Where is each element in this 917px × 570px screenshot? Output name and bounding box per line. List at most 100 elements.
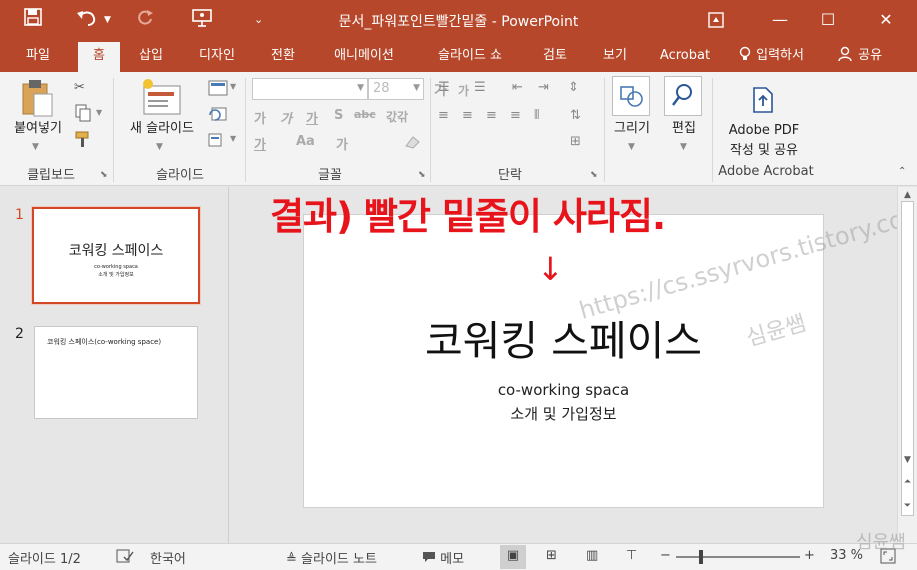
smartart-icon[interactable]: ⊞ [570, 134, 581, 149]
font-size-dropdown-icon[interactable]: ▼ [413, 83, 420, 93]
slide-thumbnail-2[interactable]: 코워킹 스페이스(co-working space) [34, 326, 198, 419]
tell-me-box[interactable]: 입력하서 [738, 42, 804, 72]
drawing-shapes-icon[interactable] [612, 76, 650, 116]
columns-icon[interactable]: ⫴ [534, 108, 539, 123]
comment-icon [422, 552, 440, 567]
scroll-up-icon[interactable]: ▲ [898, 190, 917, 200]
cut-icon[interactable]: ✂ [74, 80, 85, 95]
language-indicator[interactable]: 한국어 [150, 548, 186, 567]
thumbnail-title: 코워킹 스페이스(co-working space) [47, 338, 162, 346]
collapse-ribbon-icon[interactable]: ⌃ [898, 166, 906, 177]
new-slide-icon[interactable] [140, 78, 182, 122]
tab-home[interactable]: 홈 [78, 42, 120, 72]
zoom-in-icon[interactable]: + [804, 548, 815, 563]
copy-icon[interactable] [74, 104, 92, 126]
close-button[interactable]: ✕ [866, 6, 906, 34]
justify-icon[interactable]: ≡ [510, 108, 521, 123]
tab-slideshow[interactable]: 슬라이드 쇼 [420, 42, 520, 72]
font-color-icon[interactable]: 가 [254, 134, 266, 153]
tab-animations[interactable]: 애니메이션 [318, 42, 410, 72]
maximize-button[interactable]: ☐ [808, 6, 848, 34]
tab-design[interactable]: 디자인 [186, 42, 248, 72]
vertical-scrollbar[interactable]: ▲ ▼ ⏶ ⏷ [897, 187, 917, 543]
previous-slide-icon[interactable]: ⏶ [898, 477, 917, 487]
group-divider [113, 78, 114, 182]
paste-label[interactable]: 붙여넣기 [6, 120, 70, 137]
drawing-dropdown-icon[interactable]: ▼ [628, 142, 635, 152]
slideshow-view-icon[interactable]: ⊤ [626, 548, 637, 563]
editing-dropdown-icon[interactable]: ▼ [680, 142, 687, 152]
change-case-icon[interactable]: Aa [296, 134, 315, 149]
decrease-font-size-icon[interactable]: 가 [458, 82, 469, 99]
tab-acrobat[interactable]: Acrobat [650, 42, 720, 72]
zoom-out-icon[interactable]: − [660, 548, 671, 563]
font-family-dropdown-icon[interactable]: ▼ [357, 83, 364, 93]
notes-button[interactable]: ≜ 슬라이드 노트 [286, 548, 377, 567]
new-slide-dropdown-icon[interactable]: ▼ [156, 142, 163, 152]
slide-sorter-view-icon[interactable]: ⊞ [546, 548, 557, 563]
slide-number: 2 [15, 326, 24, 342]
tab-insert[interactable]: 삽입 [126, 42, 176, 72]
section-icon[interactable] [208, 132, 228, 152]
font-size-select[interactable]: 28 ▼ [368, 78, 424, 100]
tab-transitions[interactable]: 전환 [258, 42, 308, 72]
search-icon[interactable] [664, 76, 702, 116]
reading-view-icon[interactable]: ▥ [586, 548, 598, 563]
layout-dropdown-icon[interactable]: ▼ [230, 82, 236, 91]
section-dropdown-icon[interactable]: ▼ [230, 134, 236, 143]
italic-icon[interactable]: 가 [280, 108, 292, 127]
slide-layout-icon[interactable] [208, 80, 228, 100]
drawing-label[interactable]: 그리기 [606, 120, 658, 137]
tab-file[interactable]: 파일 [10, 42, 66, 72]
comments-button[interactable]: 메모 [422, 548, 464, 567]
tab-view[interactable]: 보기 [590, 42, 640, 72]
normal-view-icon[interactable]: ▣ [500, 545, 526, 569]
text-shadow-icon[interactable]: S [334, 108, 343, 123]
spellcheck-icon[interactable] [116, 548, 134, 568]
create-pdf-line2[interactable]: 작성 및 공유 [716, 142, 812, 159]
share-button[interactable]: 공유 [838, 42, 882, 72]
slide-thumbnail-1[interactable]: 코워킹 스페이스 co-working spaca 소개 및 가입정보 [31, 206, 201, 305]
clear-formatting-icon[interactable] [404, 134, 422, 154]
slide-subtitle-line1[interactable]: co-working spaca [304, 381, 823, 399]
notes-icon: ≜ [286, 552, 297, 567]
scrollbar-thumb[interactable] [901, 201, 914, 516]
tab-review[interactable]: 검토 [530, 42, 580, 72]
zoom-slider-thumb[interactable] [699, 550, 703, 564]
editing-label[interactable]: 편집 [660, 120, 708, 137]
slide-title[interactable]: 코워킹 스페이스 [304, 307, 823, 367]
paste-dropdown-icon[interactable]: ▼ [32, 142, 39, 152]
create-pdf-line1[interactable]: Adobe PDF [716, 122, 812, 139]
zoom-slider[interactable] [676, 550, 800, 564]
strikethrough-icon[interactable]: abc [354, 108, 376, 121]
scroll-down-icon[interactable]: ▼ [898, 455, 917, 465]
create-pdf-icon[interactable] [750, 86, 776, 118]
increase-indent-icon[interactable]: ⇥ [538, 80, 549, 95]
line-spacing-icon[interactable]: ⇕ [568, 80, 579, 95]
slide-subtitle-line2[interactable]: 소개 및 가입정보 [304, 403, 823, 424]
character-spacing-icon[interactable]: 갃갂 [386, 108, 408, 125]
align-center-icon[interactable]: ≡ [462, 108, 473, 123]
minimize-button[interactable]: — [760, 6, 800, 34]
next-slide-icon[interactable]: ⏷ [898, 501, 917, 511]
text-direction-icon[interactable]: ⇅ [570, 108, 581, 123]
font-size-value: 28 [373, 81, 390, 96]
clipboard-dialog-launcher-icon[interactable]: ⬊ [100, 170, 108, 180]
bold-icon[interactable]: 가 [254, 108, 266, 127]
paste-icon[interactable] [20, 78, 54, 122]
align-right-icon[interactable]: ≡ [486, 108, 497, 123]
reset-slide-icon[interactable] [208, 106, 228, 126]
copy-dropdown-icon[interactable]: ▼ [96, 108, 102, 117]
decrease-indent-icon[interactable]: ⇤ [512, 80, 523, 95]
font-dialog-launcher-icon[interactable]: ⬊ [418, 170, 426, 180]
format-painter-icon[interactable] [74, 130, 94, 152]
highlight-icon[interactable]: 가 [336, 134, 348, 153]
paragraph-dialog-launcher-icon[interactable]: ⬊ [590, 170, 598, 180]
font-family-select[interactable]: ▼ [252, 78, 368, 100]
new-slide-label[interactable]: 새 슬라이드 [118, 120, 206, 137]
numbering-icon[interactable]: ☰ [474, 80, 486, 95]
bullets-icon[interactable]: ☰ [438, 80, 450, 95]
ribbon-display-options-icon[interactable] [696, 6, 736, 34]
underline-icon[interactable]: 가 [306, 108, 318, 127]
align-left-icon[interactable]: ≡ [438, 108, 449, 123]
